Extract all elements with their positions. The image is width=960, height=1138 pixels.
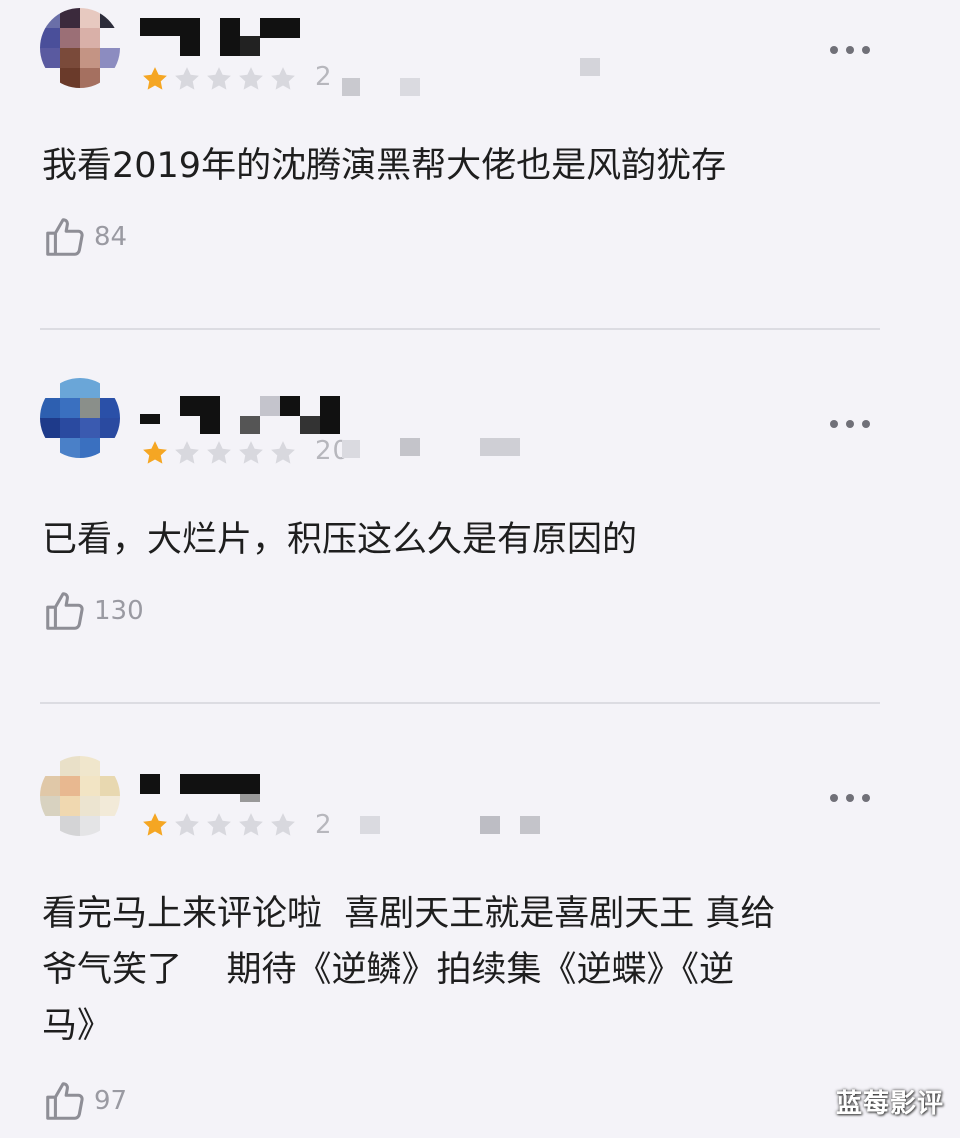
divider [40, 702, 880, 704]
thumbs-up-icon [46, 1082, 84, 1120]
star-empty-icon [239, 67, 263, 90]
username-redacted[interactable] [140, 396, 350, 436]
like-button[interactable]: 84 [42, 212, 127, 262]
star-empty-icon [271, 813, 295, 836]
rating-stars [140, 808, 300, 842]
redacted-block [360, 816, 380, 834]
comment-text: 我看2019年的沈腾演黑帮大佬也是风韵犹存 [42, 146, 727, 186]
more-dots-icon [830, 794, 838, 802]
username-redacted[interactable] [140, 18, 310, 58]
more-dots-icon [830, 420, 838, 428]
star-filled-icon [143, 813, 167, 836]
redacted-block [480, 816, 500, 834]
star-empty-icon [271, 67, 295, 90]
comment-date: 2 [315, 810, 333, 840]
star-empty-icon [239, 441, 263, 464]
like-button[interactable]: 97 [42, 1076, 127, 1126]
redacted-block [520, 816, 540, 834]
star-empty-icon [207, 67, 231, 90]
more-options-button[interactable] [830, 40, 870, 60]
avatar[interactable] [40, 8, 120, 88]
star-empty-icon [175, 67, 199, 90]
redacted-block [400, 78, 420, 96]
star-empty-icon [175, 441, 199, 464]
comment-text: 已看，大烂片，积压这么久是有原因的 [42, 520, 638, 560]
redacted-block [342, 78, 360, 96]
divider [40, 328, 880, 330]
star-empty-icon [239, 813, 263, 836]
like-button[interactable]: 130 [42, 586, 144, 636]
star-empty-icon [207, 813, 231, 836]
like-count: 84 [94, 222, 128, 252]
star-empty-icon [271, 441, 295, 464]
comment-date: 2 [315, 62, 333, 92]
redacted-block [342, 440, 360, 458]
avatar[interactable] [40, 756, 120, 836]
rating-stars [140, 436, 300, 470]
more-dots-icon [830, 46, 838, 54]
thumbs-up-icon [46, 218, 84, 256]
redacted-block [400, 438, 420, 456]
star-empty-icon [207, 441, 231, 464]
star-empty-icon [175, 813, 199, 836]
like-count: 97 [94, 1086, 128, 1116]
avatar[interactable] [40, 378, 120, 458]
rating-stars [140, 62, 300, 96]
more-options-button[interactable] [830, 414, 870, 434]
comment-text: 看完马上来评论啦 喜剧天王就是喜剧天王 真给 爷气笑了 期待《逆鳞》拍续集《逆蝶… [42, 894, 776, 1046]
redacted-block [580, 58, 600, 76]
thumbs-up-icon [46, 592, 84, 630]
like-count: 130 [94, 596, 144, 626]
star-filled-icon [143, 441, 167, 464]
star-filled-icon [143, 67, 167, 90]
more-options-button[interactable] [830, 788, 870, 808]
watermark-logo: 蓝莓影评 [835, 1089, 944, 1119]
redacted-block [480, 438, 520, 456]
